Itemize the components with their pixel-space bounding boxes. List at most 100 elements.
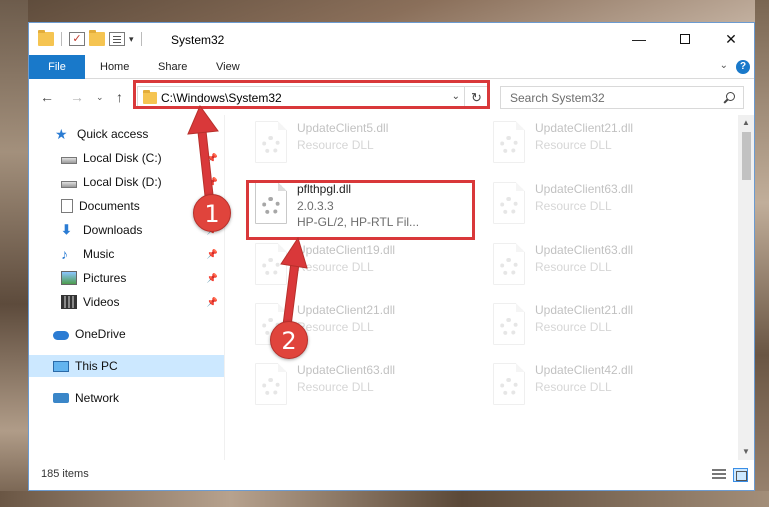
properties-icon[interactable] [109, 32, 125, 46]
maximize-button[interactable] [662, 23, 708, 55]
help-icon[interactable]: ? [736, 60, 750, 74]
sidebar-item-label: Documents [79, 199, 140, 213]
dll-file-icon [493, 182, 525, 224]
sidebar-item-label: Downloads [83, 223, 143, 237]
search-placeholder[interactable]: Search System32 [510, 91, 605, 105]
up-button[interactable]: ↑ [116, 89, 123, 105]
minimize-button[interactable]: — [616, 23, 662, 55]
pin-icon[interactable]: 📌 [207, 273, 218, 284]
disk-icon [61, 156, 77, 164]
file-item[interactable]: UpdateClient21.dll Resource DLL [487, 117, 717, 169]
sidebar-item-label: Videos [83, 295, 120, 309]
properties-check-icon[interactable]: ✓ [69, 32, 85, 46]
tab-home[interactable]: Home [100, 55, 129, 79]
sidebar-item-label: Music [83, 247, 115, 261]
tab-view[interactable]: View [216, 55, 240, 79]
customize-toolbar-chevron-icon[interactable]: ▾ [129, 34, 134, 45]
large-icons-view-icon[interactable] [733, 468, 748, 482]
file-type: Resource DLL [535, 138, 612, 152]
search-box[interactable]: Search System32 [500, 86, 744, 109]
file-item[interactable]: UpdateClient21.dll Resource DLL [487, 299, 717, 351]
gear-icon [500, 378, 518, 396]
sidebar-item-label: Quick access [77, 127, 149, 141]
computer-icon [53, 360, 69, 372]
file-name: UpdateClient63.dll [297, 363, 396, 377]
dll-file-icon [493, 121, 525, 163]
file-item[interactable]: UpdateClient63.dll Resource DLL [487, 178, 717, 230]
file-type: Resource DLL [297, 260, 374, 274]
search-icon[interactable] [723, 92, 735, 104]
recent-locations-chevron-icon[interactable]: ⌄ [96, 92, 104, 103]
back-button[interactable]: ← [40, 89, 54, 105]
gear-icon [500, 318, 518, 336]
file-item[interactable]: UpdateClient63.dll Resource DLL [249, 359, 479, 411]
documents-icon [61, 199, 73, 213]
file-type: Resource DLL [297, 320, 374, 334]
sidebar-item-label: Local Disk (C:) [83, 151, 162, 165]
toolbar-divider [140, 32, 142, 46]
scrollbar-thumb[interactable] [742, 132, 751, 180]
star-icon: ★ [55, 126, 68, 142]
vertical-scrollbar[interactable]: ▲ ▼ [738, 115, 754, 460]
sidebar-item-music[interactable]: ♪ Music 📌 [29, 243, 224, 265]
scroll-up-icon[interactable]: ▲ [738, 115, 754, 131]
file-name: UpdateClient63.dll [535, 243, 634, 257]
sidebar-item-pictures[interactable]: Pictures 📌 [29, 267, 224, 289]
gear-icon [500, 258, 518, 276]
videos-icon [61, 295, 77, 309]
file-item[interactable]: UpdateClient63.dll Resource DLL [487, 239, 717, 291]
gear-icon [500, 136, 518, 154]
sidebar-item-onedrive[interactable]: OneDrive [29, 323, 224, 345]
sidebar-item-label: Pictures [83, 271, 127, 285]
sidebar-item-network[interactable]: Network [29, 387, 224, 409]
file-name: UpdateClient19.dll [297, 243, 396, 257]
file-item[interactable]: UpdateClient19.dll Resource DLL [249, 239, 479, 291]
desktop-background-left [0, 0, 28, 507]
sidebar-item-label: Local Disk (D:) [83, 175, 162, 189]
pin-icon[interactable]: 📌 [207, 297, 218, 308]
sidebar-item-local-disk-c[interactable]: Local Disk (C:) 📌 [29, 147, 224, 169]
sidebar-item-quick-access[interactable]: ★ Quick access [29, 123, 224, 145]
address-bar-highlight [133, 80, 490, 109]
tab-share[interactable]: Share [158, 55, 187, 79]
navigation-pane: ★ Quick access Local Disk (C:) 📌 Local D… [29, 115, 224, 460]
file-type: Resource DLL [535, 260, 612, 274]
sidebar-item-videos[interactable]: Videos 📌 [29, 291, 224, 313]
title-bar: ✓ ▾ System32 — ✕ [29, 23, 754, 55]
window-title: System32 [171, 33, 225, 47]
pin-icon[interactable]: 📌 [207, 249, 218, 260]
maximize-icon [680, 34, 690, 44]
pin-icon[interactable]: 📌 [207, 177, 218, 188]
scroll-down-icon[interactable]: ▼ [738, 444, 754, 460]
dll-file-icon [255, 121, 287, 163]
close-button[interactable]: ✕ [708, 23, 754, 55]
disk-icon [61, 180, 77, 188]
gear-icon [262, 258, 280, 276]
pin-icon[interactable]: 📌 [207, 153, 218, 164]
dll-file-icon [255, 363, 287, 405]
sidebar-item-local-disk-d[interactable]: Local Disk (D:) 📌 [29, 171, 224, 193]
details-view-icon[interactable] [712, 469, 726, 481]
forward-button[interactable]: → [70, 89, 84, 105]
step-badge-2: 2 [270, 321, 308, 359]
file-item[interactable]: UpdateClient42.dll Resource DLL [487, 359, 717, 411]
cloud-icon [53, 331, 69, 340]
file-highlight [246, 180, 475, 240]
dll-file-icon [493, 243, 525, 285]
new-folder-icon[interactable] [89, 30, 105, 46]
gear-icon [500, 197, 518, 215]
folder-icon[interactable] [38, 30, 54, 46]
file-type: Resource DLL [535, 199, 612, 213]
music-icon: ♪ [61, 246, 68, 262]
file-type: Resource DLL [297, 380, 374, 394]
file-item[interactable]: UpdateClient5.dll Resource DLL [249, 117, 479, 169]
file-name: UpdateClient21.dll [535, 303, 634, 317]
sidebar-item-this-pc[interactable]: This PC [29, 355, 224, 377]
sidebar-item-label: OneDrive [75, 327, 126, 341]
quick-access-toolbar: ✓ ▾ [38, 30, 145, 46]
expand-ribbon-chevron-icon[interactable]: ⌄ [720, 60, 728, 71]
network-icon [53, 393, 69, 403]
item-count: 185 items [41, 468, 89, 480]
tab-file[interactable]: File [29, 55, 85, 79]
file-type: Resource DLL [535, 320, 612, 334]
